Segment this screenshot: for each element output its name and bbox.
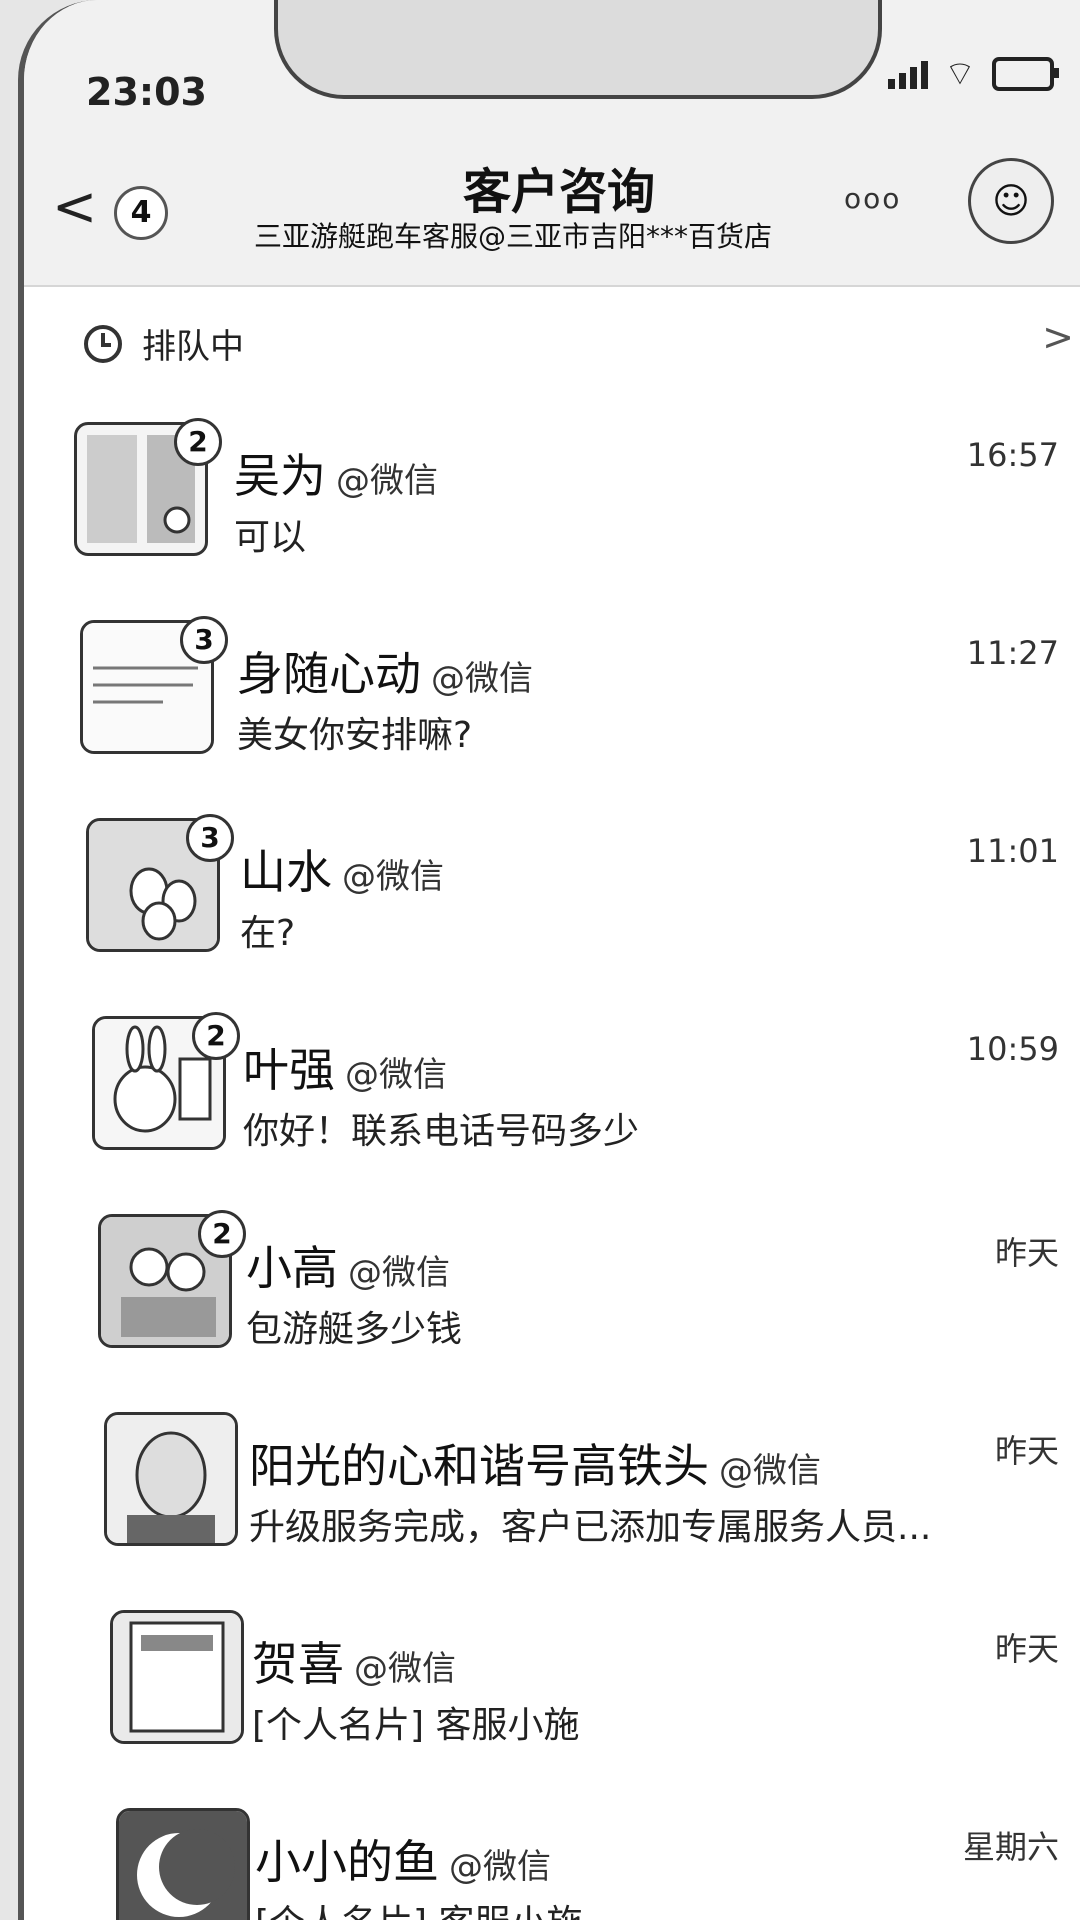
more-options-icon[interactable]: ooo <box>844 182 901 215</box>
message-preview: 美女你安排嘛? <box>237 715 473 756</box>
unread-badge: 3 <box>180 616 228 664</box>
page-subtitle: 三亚游艇跑车客服@三亚市吉阳***百货店 <box>254 220 773 253</box>
queue-label: 排队中 <box>142 327 244 367</box>
queue-row[interactable]: 排队中 > <box>24 285 1080 395</box>
conversation-item[interactable]: 2 叶强 @微信 你好！联系电话号码多少 10:59 <box>24 994 1080 1192</box>
contact-name-line: 小高 @微信 <box>246 1232 450 1298</box>
status-icons: ⌔ <box>888 52 1059 95</box>
unread-badge: 2 <box>192 1012 240 1060</box>
contact-name-line: 贺喜 @微信 <box>252 1628 456 1694</box>
avatar-image <box>107 1415 235 1543</box>
contact-source: @微信 <box>336 461 438 501</box>
contact-source: @微信 <box>342 857 444 897</box>
message-preview: 包游艇多少钱 <box>246 1309 463 1350</box>
contact-name-line: 吴为 @微信 <box>234 440 438 506</box>
message-preview: 可以 <box>234 517 307 558</box>
contact-source: @微信 <box>354 1649 456 1689</box>
message-time: 昨天 <box>994 1234 1059 1272</box>
contact-name-line: 叶强 @微信 <box>243 1034 447 1100</box>
contact-name: 吴为 <box>234 449 326 503</box>
contact-name-line: 阳光的心和谐号高铁头 @微信 <box>249 1430 821 1496</box>
message-preview: [个人名片] 客服小施 <box>255 1894 583 1920</box>
message-time: 昨天 <box>994 1630 1059 1668</box>
contact-name: 阳光的心和谐号高铁头 <box>249 1439 709 1493</box>
message-time: 10:59 <box>966 1030 1059 1068</box>
contact-name: 小小的鱼 <box>255 1835 439 1889</box>
message-preview: 升级服务完成，客户已添加专属服务人员... <box>249 1507 932 1548</box>
contact-name: 贺喜 <box>252 1637 344 1691</box>
status-bar: 23:03 ⌔ <box>24 0 1080 130</box>
conversation-item[interactable]: 3 山水 @微信 在? 11:01 <box>24 796 1080 994</box>
contact-source: @微信 <box>449 1847 551 1887</box>
unread-badge: 2 <box>198 1210 246 1258</box>
unread-badge: 3 <box>186 814 234 862</box>
message-time: 11:01 <box>966 832 1059 870</box>
avatar[interactable] <box>110 1610 244 1744</box>
header: < 4 客户咨询 三亚游艇跑车客服@三亚市吉阳***百货店 ooo ☺ <box>24 130 1080 287</box>
notch <box>274 0 882 99</box>
contact-name: 叶强 <box>243 1043 335 1097</box>
signal-icon <box>888 59 929 89</box>
avatar[interactable] <box>116 1808 250 1920</box>
contact-source: @微信 <box>348 1253 450 1293</box>
clock-icon <box>84 325 122 363</box>
message-time: 16:57 <box>966 436 1059 474</box>
contact-name-line: 山水 @微信 <box>240 836 444 902</box>
contact-source: @微信 <box>719 1451 821 1491</box>
message-time: 11:27 <box>966 634 1059 672</box>
contact-name-line: 小小的鱼 @微信 <box>255 1826 551 1892</box>
contact-name-line: 身随心动 @微信 <box>237 638 533 704</box>
conversation-list: 2 吴为 @微信 可以 16:57 3 身随心动 @微信 美女你安排嘛? 11:27… <box>24 400 1080 1920</box>
battery-icon <box>992 56 1059 91</box>
page-title: 客户咨询 <box>462 164 655 220</box>
conversation-item[interactable]: 2 吴为 @微信 可以 16:57 <box>24 400 1080 598</box>
contact-name: 身随心动 <box>237 647 421 701</box>
contact-name: 山水 <box>240 845 332 899</box>
phone-screen: 23:03 ⌔ < 4 客户咨询 三亚游艇跑车客服@三亚市吉阳***百货店 oo… <box>18 0 1080 1920</box>
status-time: 23:03 <box>86 70 207 114</box>
conversation-item[interactable]: 小小的鱼@微信 [个人名片] 客服小施 星期六 <box>24 1786 1080 1920</box>
message-preview: [个人名片] 客服小施 <box>252 1705 580 1746</box>
contact-source: @微信 <box>345 1055 447 1095</box>
conversation-item[interactable]: 贺喜 @微信 [个人名片] 客服小施 昨天 <box>24 1588 1080 1786</box>
message-preview: 在? <box>240 913 296 954</box>
customer-service-robot-icon[interactable]: ☺ <box>968 158 1054 244</box>
conversation-item[interactable]: 3 身随心动 @微信 美女你安排嘛? 11:27 <box>24 598 1080 796</box>
avatar[interactable] <box>104 1412 238 1546</box>
conversation-item[interactable]: 阳光的心和谐号高铁头 @微信 升级服务完成，客户已添加专属服务人员... 昨天 <box>24 1390 1080 1588</box>
message-preview: 你好！联系电话号码多少 <box>243 1111 640 1152</box>
unread-badge: 2 <box>174 418 222 466</box>
wifi-icon: ⌔ <box>944 54 976 94</box>
contact-source: @微信 <box>431 659 533 699</box>
conversation-item[interactable]: 2 小高 @微信 包游艇多少钱 昨天 <box>24 1192 1080 1390</box>
avatar-image <box>113 1613 241 1741</box>
message-time: 昨天 <box>994 1432 1059 1470</box>
chevron-right-icon: > <box>1042 315 1074 359</box>
contact-name: 小高 <box>246 1241 338 1295</box>
avatar-image <box>119 1811 247 1920</box>
message-time: 星期六 <box>962 1828 1059 1866</box>
